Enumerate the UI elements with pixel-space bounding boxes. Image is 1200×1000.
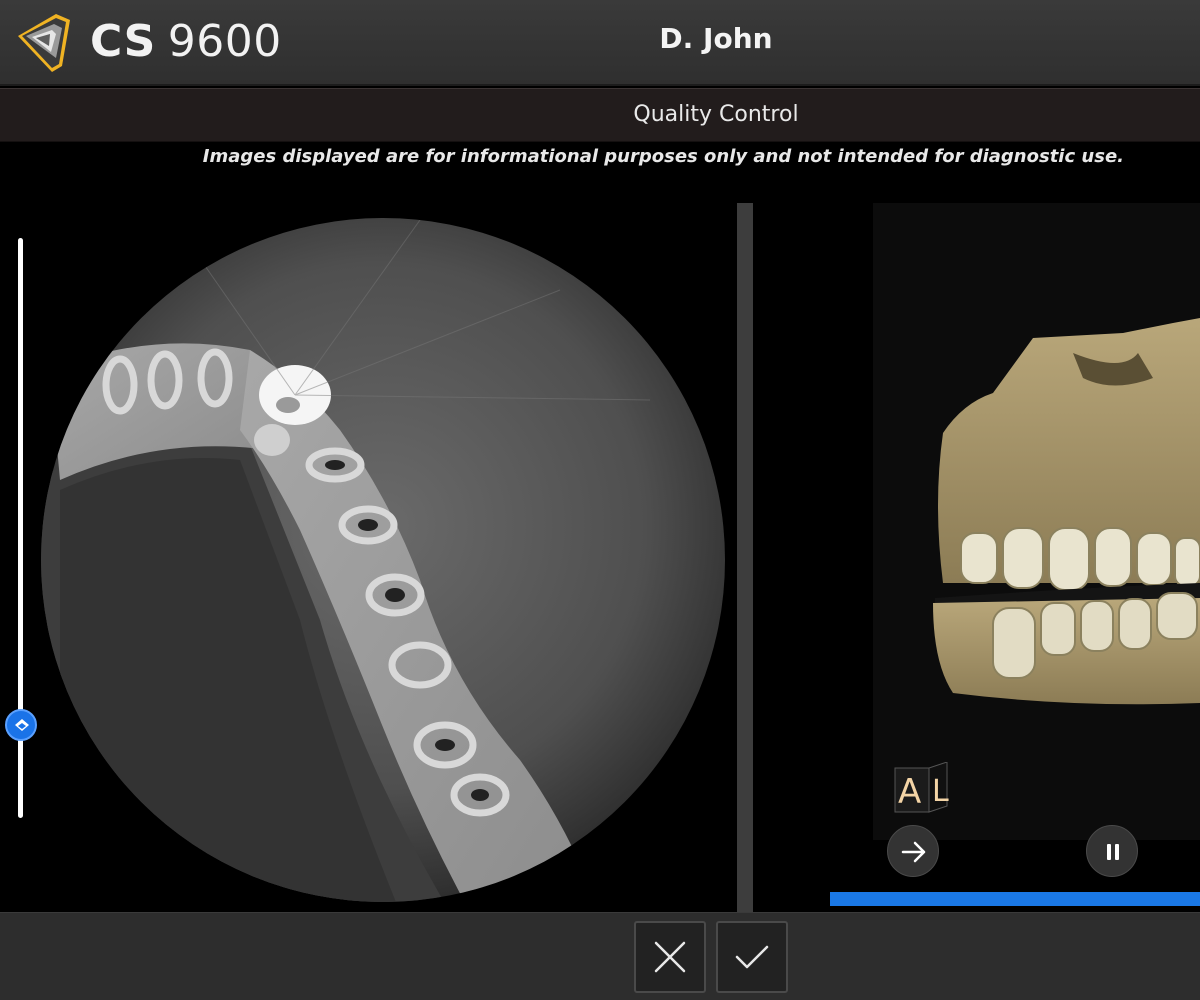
pause-icon <box>1107 844 1119 860</box>
viewport-divider[interactable] <box>737 203 753 912</box>
slider-handle-icon <box>15 719 29 732</box>
disclaimer-text: Images displayed are for informational p… <box>202 146 1124 167</box>
slice-slider-handle[interactable] <box>5 709 37 742</box>
ct-slice-image <box>41 218 725 902</box>
check-icon <box>735 945 769 969</box>
volume-render-viewport[interactable] <box>873 203 1200 840</box>
mode-title: Quality Control <box>633 102 799 127</box>
accept-button[interactable] <box>716 921 788 993</box>
next-view-button[interactable] <box>887 825 939 877</box>
orientation-label-side: L <box>932 774 949 809</box>
mode-bar: Quality Control <box>0 88 1200 142</box>
close-icon <box>654 941 686 973</box>
3d-dental-render <box>933 318 1200 705</box>
app-header: CS 9600 D. John <box>0 0 1200 86</box>
pause-button[interactable] <box>1086 825 1138 877</box>
arrow-right-icon <box>901 841 926 863</box>
orientation-label-front: A <box>898 772 922 812</box>
action-footer <box>0 912 1200 1000</box>
patient-name: D. John <box>659 22 773 55</box>
reject-button[interactable] <box>634 921 706 993</box>
axial-slice-viewport[interactable] <box>0 200 734 912</box>
playback-progress-bar <box>830 892 1200 906</box>
